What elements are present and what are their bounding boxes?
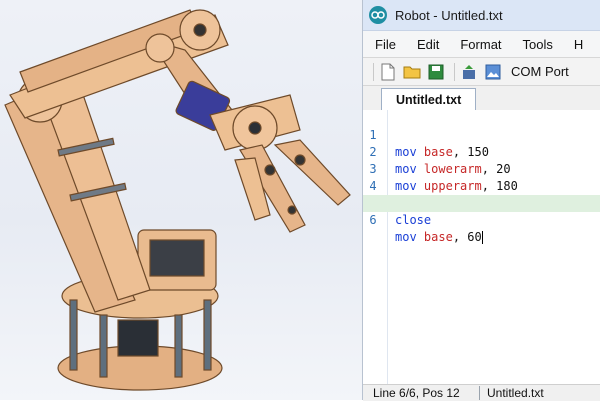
tab-untitled[interactable]: Untitled.txt xyxy=(381,88,477,111)
toolbar-separator xyxy=(373,62,374,81)
title-bar: Robot - Untitled.txt xyxy=(363,0,600,31)
robot-editor-window: Robot - Untitled.txt File Edit Format To… xyxy=(362,0,600,401)
save-icon[interactable] xyxy=(426,62,446,82)
new-file-icon[interactable] xyxy=(378,62,398,82)
code-line[interactable]: 4 open xyxy=(363,161,600,210)
com-port-button[interactable]: COM Port xyxy=(511,64,569,79)
code-line[interactable]: 1 mov base, 150 xyxy=(363,110,600,159)
status-bar: Line 6/6, Pos 12 Untitled.txt xyxy=(363,384,600,401)
code-line[interactable]: 5 close xyxy=(363,178,600,227)
code-line[interactable]: 2 mov lowerarm, 20 xyxy=(363,127,600,176)
menu-help[interactable]: H xyxy=(562,37,592,52)
status-filename: Untitled.txt xyxy=(487,386,544,400)
window-title: Robot - Untitled.txt xyxy=(395,7,503,23)
line-number: 6 xyxy=(369,213,377,227)
menu-bar: File Edit Format Tools H xyxy=(363,31,600,58)
open-folder-icon[interactable] xyxy=(402,62,422,82)
code-argument: base xyxy=(423,230,453,244)
menu-file[interactable]: File xyxy=(363,37,405,52)
code-editor[interactable]: 1 mov base, 150 2 mov lowerarm, 20 3 mov… xyxy=(363,110,600,384)
menu-format[interactable]: Format xyxy=(448,37,510,52)
code-value: , 60 xyxy=(452,230,482,244)
image-icon[interactable] xyxy=(483,62,503,82)
toolbar-separator xyxy=(454,62,455,81)
upload-icon[interactable] xyxy=(459,62,479,82)
status-position: Line 6/6, Pos 12 xyxy=(373,386,460,400)
text-cursor xyxy=(481,231,483,244)
app-logo-icon xyxy=(369,6,387,24)
menu-edit[interactable]: Edit xyxy=(405,37,448,52)
robot-arm-model xyxy=(4,9,351,391)
status-divider xyxy=(479,386,480,400)
code-line-active[interactable]: 6 mov base, 60 xyxy=(363,195,600,244)
tab-strip: Untitled.txt xyxy=(363,86,600,111)
toolbar: COM Port xyxy=(363,58,600,86)
cad-viewport xyxy=(0,0,362,400)
menu-tools[interactable]: Tools xyxy=(511,37,562,52)
code-line[interactable]: 3 mov upperarm, 180 xyxy=(363,144,600,193)
code-keyword: mov xyxy=(395,230,417,244)
